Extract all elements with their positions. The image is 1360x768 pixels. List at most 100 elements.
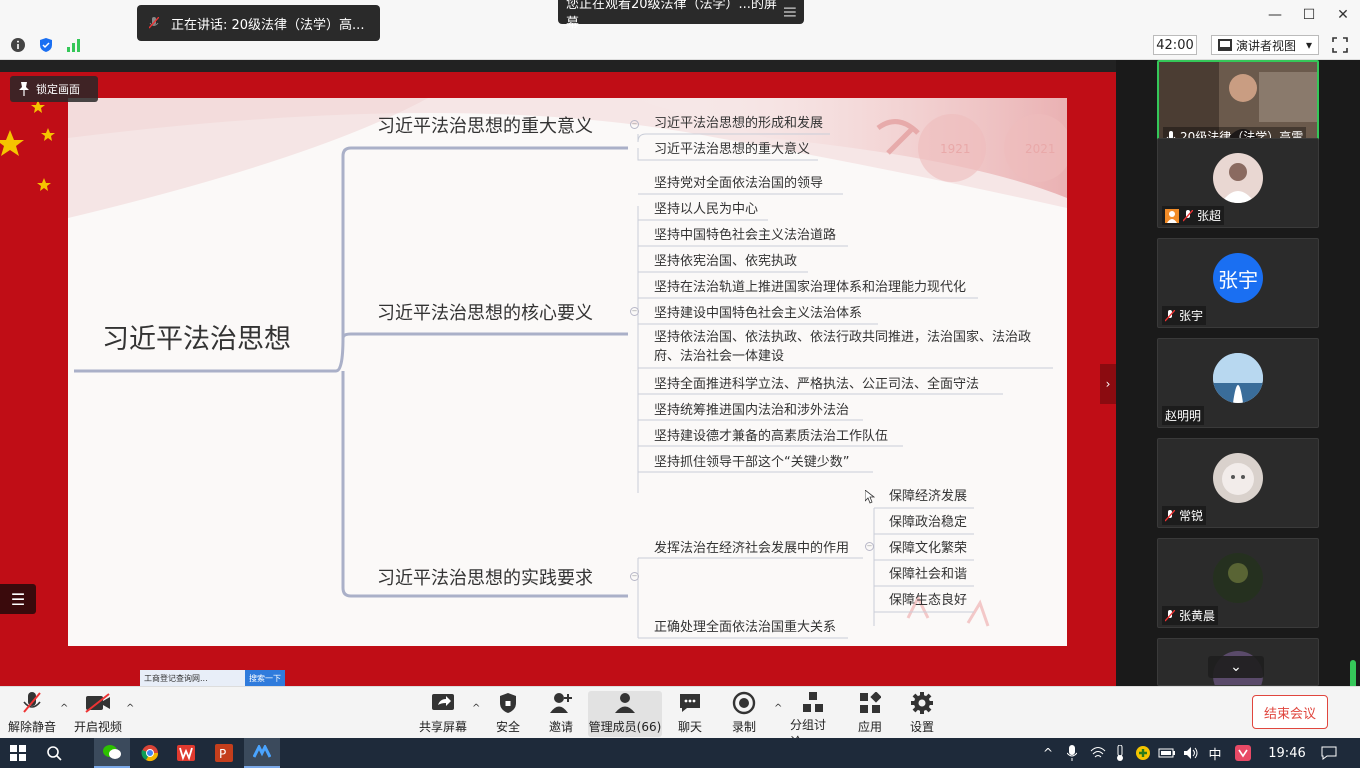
list-icon: ☰ — [10, 589, 26, 609]
security-tray-icon[interactable] — [1134, 738, 1152, 768]
invite-button[interactable]: 邀请 — [543, 691, 579, 737]
breakout-rooms-button[interactable]: 分组讨论 — [790, 691, 836, 749]
lock-screen-label: 锁定画面 — [36, 83, 80, 96]
shield-icon — [500, 693, 516, 713]
signal-strength-icon[interactable] — [65, 36, 83, 54]
mindmap-subitem: 保障政治稳定 — [889, 515, 968, 530]
lock-screen-button[interactable]: 锁定画面 — [10, 76, 98, 102]
expand-panel-button[interactable]: › — [1100, 364, 1116, 404]
share-options-caret[interactable]: ^ — [472, 703, 480, 714]
manage-participants-button[interactable]: 管理成员(66) — [588, 691, 662, 737]
participant-tile[interactable]: 张黄晨 — [1157, 538, 1319, 628]
chat-button[interactable]: 聊天 — [672, 691, 708, 737]
share-screen-icon — [432, 694, 454, 710]
mindmap-item: 坚持建设中国特色社会主义法治体系 — [654, 306, 863, 321]
mindmap-item: 坚持中国特色社会主义法治道路 — [654, 228, 837, 243]
unmute-button[interactable]: 解除静音 — [8, 691, 56, 737]
muted-mic-icon — [149, 17, 159, 29]
annotation-menu-button[interactable]: ☰ — [0, 584, 36, 614]
participant-tile[interactable]: 20级法律（法学）高雷 — [1157, 60, 1319, 150]
shield-icon[interactable] — [37, 36, 55, 54]
mindmap-branch-title: 习近平法治思想的重大意义 — [377, 116, 593, 137]
meeting-toolbar: 解除静音 ^ 开启视频 ^ 共享屏幕 ^ 安全 邀请 管理成员(66) 聊天 录… — [0, 686, 1360, 749]
slide: 1921 2021 习近平法治思想 习近平法治思想的重大意义 − 习近平法治思想… — [68, 98, 1067, 646]
apps-icon — [860, 692, 881, 713]
wechat-icon[interactable] — [94, 738, 130, 768]
breakout-rooms-icon — [803, 692, 823, 712]
start-video-button[interactable]: 开启视频 — [74, 691, 122, 737]
view-mode-label: 演讲者视图 — [1236, 38, 1297, 53]
view-options-icon[interactable] — [784, 7, 796, 17]
temperature-icon[interactable] — [1112, 738, 1128, 768]
participant-tile[interactable]: 张宇 张宇 — [1157, 238, 1319, 328]
chevron-down-icon: ▾ — [1305, 38, 1312, 52]
volume-icon[interactable] — [1182, 738, 1200, 768]
mindmap-subitem: 保障文化繁荣 — [889, 541, 968, 556]
windows-start-icon[interactable] — [0, 738, 36, 768]
add-user-icon — [550, 693, 572, 713]
tray-chevron-icon[interactable]: ^ — [1040, 738, 1056, 768]
viewing-indicator[interactable]: 您正在观看20级法律（法学）...的屏幕 — [558, 0, 804, 31]
close-button[interactable]: ✕ — [1326, 0, 1360, 30]
scroll-down-button[interactable]: ⌄ — [1208, 656, 1264, 678]
participant-name: 常锐 — [1162, 506, 1207, 525]
security-button[interactable]: 安全 — [490, 691, 526, 737]
record-options-caret[interactable]: ^ — [774, 703, 782, 714]
avatar — [1213, 453, 1263, 503]
record-icon — [732, 691, 756, 715]
muted-mic-icon — [1165, 509, 1175, 521]
collapse-toggle-icon[interactable]: − — [865, 542, 874, 551]
fullscreen-icon[interactable] — [1331, 36, 1349, 54]
mindmap-branch-title: 习近平法治思想的核心要义 — [377, 303, 593, 324]
minimize-button[interactable]: — — [1258, 0, 1292, 30]
info-icon[interactable] — [9, 36, 27, 54]
end-meeting-button[interactable]: 结束会议 — [1252, 695, 1328, 729]
mouse-cursor-icon — [865, 490, 875, 504]
view-mode-dropdown[interactable]: 演讲者视图 ▾ — [1211, 35, 1319, 55]
avatar — [1213, 153, 1263, 203]
apps-button[interactable]: 应用 — [852, 691, 888, 737]
collapse-toggle-icon[interactable]: − — [630, 307, 639, 316]
ime-indicator[interactable]: 中 — [1206, 738, 1224, 768]
viewing-text: 您正在观看20级法律（法学）...的屏幕 — [566, 0, 777, 31]
avatar — [1213, 353, 1263, 403]
participants-panel: 20级法律（法学）高雷 张超 张宇 张宇 赵明明 常锐 张黄晨 ⌄ — [1116, 60, 1360, 720]
clock[interactable]: 19:46 — [1262, 738, 1312, 768]
participants-icon — [615, 693, 635, 713]
panel-scrollbar[interactable] — [1350, 60, 1356, 720]
audio-options-caret[interactable]: ^ — [60, 703, 68, 714]
star-decoration-icon — [0, 100, 55, 191]
mindmap-item: 坚持在法治轨道上推进国家治理体系和治理能力现代化 — [654, 280, 967, 295]
participant-tile[interactable]: 张超 — [1157, 138, 1319, 228]
collapse-toggle-icon[interactable]: − — [630, 572, 639, 581]
search-icon[interactable] — [36, 738, 72, 768]
participant-tile[interactable]: 赵明明 — [1157, 338, 1319, 428]
mindmap-item: 发挥法治在经济社会发展中的作用 — [654, 541, 850, 556]
mindmap-item: 坚持建设德才兼备的高素质法治工作队伍 — [654, 429, 889, 444]
mindmap-subitem: 保障经济发展 — [889, 489, 968, 504]
battery-icon[interactable] — [1158, 738, 1176, 768]
record-button[interactable]: 录制 — [726, 691, 762, 737]
action-center-icon[interactable] — [1318, 738, 1340, 768]
network-icon[interactable] — [1090, 738, 1106, 768]
maximize-button[interactable]: ☐ — [1292, 0, 1326, 30]
collapse-toggle-icon[interactable]: − — [630, 120, 639, 129]
participant-name: 张宇 — [1162, 306, 1207, 325]
mindmap-item: 坚持以人民为中心 — [654, 202, 759, 217]
mindmap-item: 坚持党对全面依法治国的领导 — [654, 176, 824, 191]
powerpoint-icon[interactable]: P — [206, 738, 242, 768]
participant-tile[interactable]: 常锐 — [1157, 438, 1319, 528]
meeting-timer: 42:00 — [1153, 35, 1197, 55]
tencent-meeting-icon[interactable] — [244, 738, 280, 768]
mic-tray-icon[interactable] — [1064, 738, 1080, 768]
chrome-icon[interactable] — [132, 738, 168, 768]
mindmap-item: 习近平法治思想的形成和发展 — [654, 116, 824, 131]
wps-icon[interactable] — [168, 738, 204, 768]
notification-badge-icon[interactable] — [1234, 738, 1252, 768]
share-screen-button[interactable]: 共享屏幕 — [418, 691, 468, 737]
mindmap-subitem: 保障生态良好 — [889, 593, 968, 608]
mindmap-item: 坚持依法治国、依法执政、依法行政共同推进，法治国家、法治政府、法治社会一体建设 — [654, 330, 1032, 364]
share-top-band — [0, 60, 1116, 72]
settings-button[interactable]: 设置 — [904, 691, 940, 737]
video-options-caret[interactable]: ^ — [126, 703, 134, 714]
